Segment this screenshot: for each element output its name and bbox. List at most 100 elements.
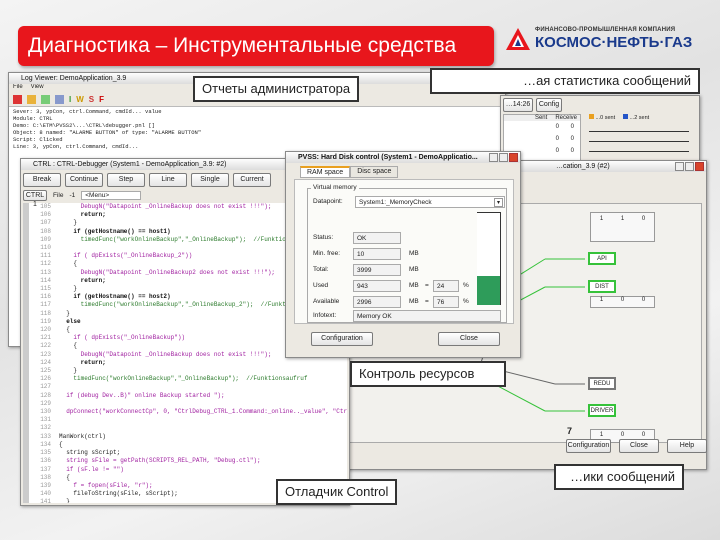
line-number: 119 — [40, 317, 51, 325]
status-label: Status: — [313, 234, 334, 241]
admin-reports-label: Отчеты администратора — [193, 76, 360, 102]
close-button[interactable]: Close — [619, 439, 659, 453]
unit-label: MB — [409, 298, 419, 305]
window-title: PVSS: Hard Disk control (System1 - DemoA… — [298, 154, 478, 161]
used-label: Used — [313, 282, 329, 289]
code-line: 135 string sScript; — [29, 449, 347, 457]
line-number: 111 — [40, 252, 51, 260]
code-text: } — [59, 309, 70, 317]
configuration-button[interactable]: Configuration — [566, 439, 611, 453]
help-button[interactable]: Help — [667, 439, 707, 453]
configuration-button[interactable]: Configuration — [311, 332, 373, 346]
line-number: 140 — [40, 490, 51, 498]
available-field: 2996 — [353, 296, 401, 308]
code-line: 136 string sFile = getPath(SCRIPTS_REL_P… — [29, 457, 347, 465]
log-list[interactable]: Sever: 3, ypCon, ctrl.Command, cmdId... … — [9, 107, 505, 151]
node-api[interactable]: API — [588, 252, 616, 265]
col-sent: Sent — [534, 115, 548, 121]
filter-severe[interactable]: S — [89, 95, 94, 104]
line-number: 139 — [40, 481, 51, 489]
tool-icon[interactable] — [41, 95, 50, 104]
line-number: 105 — [40, 203, 51, 210]
line-number: 108 — [40, 227, 51, 235]
log-line: Line: 3, ypCon, ctrl.Command, cmdId... — [13, 143, 139, 150]
line-number: 126 — [40, 375, 51, 383]
warning-filter-icon[interactable] — [27, 95, 36, 104]
maximize-button[interactable] — [499, 153, 508, 162]
disk-titlebar[interactable]: PVSS: Hard Disk control (System1 - DemoA… — [286, 152, 520, 163]
debugger-label: Отладчик Control — [276, 479, 398, 505]
slide-title: Диагностика – Инструментальные средства — [18, 26, 494, 66]
current-button[interactable]: Current — [233, 173, 271, 187]
tab-time[interactable]: …14:26 — [503, 98, 533, 112]
close-button[interactable]: Close — [438, 332, 500, 346]
msg-stats-label: …ая статистика сообщений — [430, 68, 700, 94]
step-button[interactable]: Step — [107, 173, 145, 187]
chevron-down-icon[interactable]: ▾ — [494, 198, 503, 207]
error-filter-icon[interactable] — [13, 95, 22, 104]
stats-row: 0 0 — [555, 124, 574, 130]
node-redu[interactable]: REDU — [588, 377, 616, 390]
stats-table: 100 — [590, 296, 655, 308]
close-button[interactable] — [509, 153, 518, 162]
filter-info[interactable]: I — [69, 95, 71, 104]
line-number: 133 — [40, 432, 51, 440]
minimize-button[interactable] — [489, 153, 498, 162]
code-line: 134 { — [29, 441, 347, 449]
ctrl-selector[interactable]: CTRL 1 — [23, 190, 47, 208]
tab-disc-space[interactable]: Disc space — [350, 166, 399, 178]
line-number: 132 — [40, 424, 51, 432]
log-line: Object: 8 named: "ALARME BUTTON" of type… — [13, 129, 202, 136]
minfree-field[interactable]: 10 — [353, 248, 401, 260]
line-number: 141 — [40, 498, 51, 503]
line-number: 136 — [40, 457, 51, 465]
single-button[interactable]: Single — [191, 173, 229, 187]
tool-icon[interactable] — [55, 95, 64, 104]
menu-file[interactable]: File — [13, 84, 23, 93]
total-label: Total: — [313, 266, 329, 273]
line-number: 128 — [40, 391, 51, 399]
line-number: 123 — [40, 350, 51, 358]
msg-stats-label-2: …ики сообщений — [554, 464, 684, 490]
code-text: DebugN("Datapoint _OnlineBackup does not… — [59, 203, 272, 210]
datapoint-select[interactable]: System1:_MemoryCheck ▾ — [355, 196, 505, 208]
minfree-label: Min. free: — [313, 250, 341, 257]
continue-button[interactable]: Continue — [65, 173, 103, 187]
tab-ram-space[interactable]: RAM space — [300, 166, 351, 178]
line-number: 113 — [40, 268, 51, 276]
unit-label: MB — [409, 266, 419, 273]
logo-mark-icon — [506, 28, 530, 50]
config-button[interactable]: Config — [536, 98, 562, 112]
node-dist[interactable]: DIST — [588, 280, 616, 293]
code-text: timedFunc("workOnlineBackup","_OnlineBac… — [59, 301, 322, 309]
line-button[interactable]: Line — [149, 173, 187, 187]
stats-table: 110 — [590, 212, 655, 242]
node-driver[interactable]: DRIVER — [588, 404, 616, 417]
line-number: 110 — [40, 244, 51, 252]
filter-warning[interactable]: W — [76, 95, 84, 104]
menu-select[interactable]: <Menu> — [81, 191, 142, 200]
code-text: { — [59, 440, 63, 448]
code-text: } — [59, 219, 78, 227]
line-number: 134 — [40, 440, 51, 448]
code-text: if (debug Dev..B)" online Backup started… — [59, 391, 225, 399]
equals-label: = — [425, 298, 429, 305]
code-text: return; — [59, 276, 106, 284]
maximize-button[interactable] — [685, 162, 694, 171]
group-label: Virtual memory — [311, 184, 359, 191]
code-text: } — [59, 285, 78, 293]
code-text: if ( dpExists("_OnlineBackup")) — [59, 334, 186, 342]
code-text: ManWork(ctrl) — [59, 432, 106, 440]
log-line: Demo: C:\ETM\PVSS2\...\CTRL\debugger.pnl… — [13, 122, 155, 129]
close-button[interactable] — [695, 162, 704, 171]
minimize-button[interactable] — [675, 162, 684, 171]
code-text: } — [59, 367, 78, 375]
filter-fatal[interactable]: F — [99, 95, 104, 104]
code-line: 124 return; — [29, 359, 347, 367]
code-text: { — [59, 326, 70, 334]
resource-control-label: Контроль ресурсов — [350, 361, 506, 387]
code-line: 129 — [29, 400, 347, 408]
code-text: fileToString(sFile, sScript); — [59, 490, 178, 498]
menu-view[interactable]: View — [31, 84, 44, 93]
break-button[interactable]: Break — [23, 173, 61, 187]
